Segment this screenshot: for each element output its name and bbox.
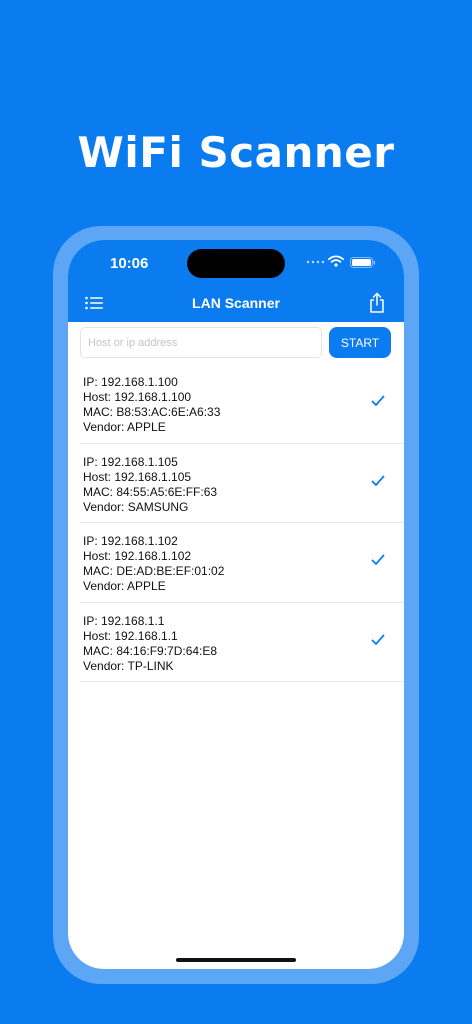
- device-details: IP: 192.168.1.1 Host: 192.168.1.1 MAC: 8…: [83, 614, 217, 674]
- list-item[interactable]: IP: 192.168.1.100 Host: 192.168.1.100 MA…: [80, 364, 404, 444]
- device-details: IP: 192.168.1.102 Host: 192.168.1.102 MA…: [83, 534, 224, 594]
- device-list: IP: 192.168.1.100 Host: 192.168.1.100 MA…: [68, 364, 404, 682]
- device-vendor: Vendor: TP-LINK: [83, 658, 174, 673]
- app-header: 10:06 LAN Scanner: [68, 240, 404, 322]
- device-details: IP: 192.168.1.105 Host: 192.168.1.105 MA…: [83, 455, 217, 515]
- device-ip: IP: 192.168.1.105: [83, 454, 178, 469]
- device-ip: IP: 192.168.1.1: [83, 613, 165, 628]
- device-mac: MAC: 84:55:A5:6E:FF:63: [83, 484, 218, 499]
- hero-title: WiFi Scanner: [77, 128, 395, 177]
- dynamic-island: [187, 249, 285, 278]
- device-details: IP: 192.168.1.100 Host: 192.168.1.100 MA…: [83, 375, 220, 435]
- list-item[interactable]: IP: 192.168.1.1 Host: 192.168.1.1 MAC: 8…: [80, 603, 404, 682]
- device-mac: MAC: B8:53:AC:6E:A6:33: [83, 405, 221, 419]
- device-host: Host: 192.168.1.102: [83, 549, 192, 563]
- search-input[interactable]: [80, 327, 322, 358]
- device-host: Host: 192.168.1.1: [83, 628, 178, 643]
- device-vendor: Vendor: APPLE: [83, 420, 166, 434]
- device-host: Host: 192.168.1.100: [83, 390, 192, 404]
- home-indicator[interactable]: [176, 958, 296, 962]
- device-mac: MAC: 84:16:F9:7D:64:E8: [83, 643, 218, 658]
- checkmark-icon: [371, 634, 385, 645]
- list-item[interactable]: IP: 192.168.1.105 Host: 192.168.1.105 MA…: [80, 444, 404, 523]
- list-item[interactable]: IP: 192.168.1.102 Host: 192.168.1.102 MA…: [80, 523, 404, 603]
- device-mac: MAC: DE:AD:BE:EF:01:02: [83, 564, 225, 578]
- status-time: 10:06: [110, 255, 149, 272]
- device-vendor: Vendor: APPLE: [83, 579, 166, 593]
- device-host: Host: 192.168.1.105: [83, 469, 192, 484]
- battery-icon: [350, 257, 376, 268]
- phone-screen: 10:06 LAN Scanner Host or ip address STA…: [68, 240, 404, 969]
- start-button[interactable]: START: [329, 327, 391, 358]
- checkmark-icon: [371, 554, 385, 565]
- share-icon[interactable]: [369, 292, 385, 313]
- checkmark-icon: [371, 395, 385, 406]
- device-ip: IP: 192.168.1.100: [83, 375, 178, 389]
- signal-dots-icon: [306, 260, 325, 264]
- device-ip: IP: 192.168.1.102: [83, 534, 178, 548]
- device-vendor: Vendor: SAMSUNG: [83, 499, 189, 514]
- nav-title: LAN Scanner: [192, 295, 280, 311]
- checkmark-icon: [371, 475, 385, 486]
- wifi-icon: [328, 255, 344, 267]
